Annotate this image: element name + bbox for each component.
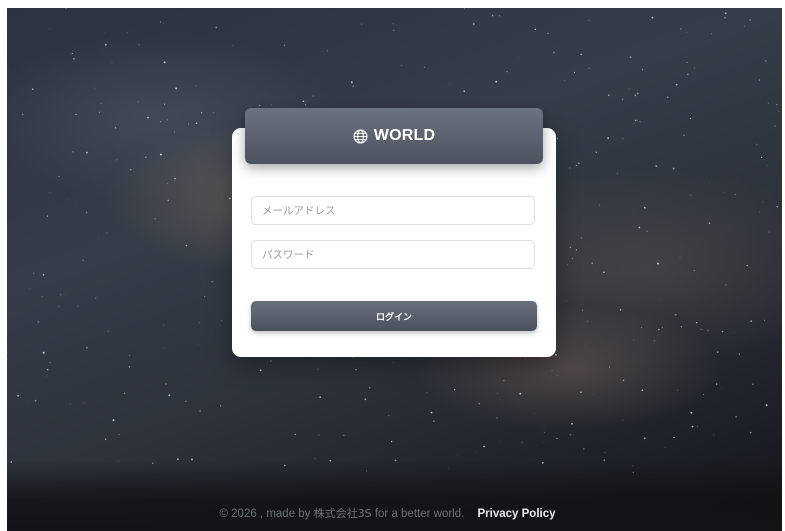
footer-copyright-prefix: © 2026 , made by [219, 508, 311, 520]
brand-title: WORLD [373, 127, 436, 144]
globe-icon [353, 129, 368, 144]
login-card-header: WORLD [245, 108, 543, 164]
brand: WORLD [353, 127, 435, 145]
footer-tagline: for a better world. [374, 508, 465, 520]
login-button[interactable]: ログイン [251, 301, 537, 331]
privacy-policy-link[interactable]: Privacy Policy [478, 508, 556, 520]
email-input[interactable] [251, 196, 535, 225]
footer: © 2026 , made by 株式会社3S for a better wor… [0, 505, 775, 521]
footer-company: 株式会社3S [313, 507, 372, 520]
password-input[interactable] [251, 240, 535, 269]
